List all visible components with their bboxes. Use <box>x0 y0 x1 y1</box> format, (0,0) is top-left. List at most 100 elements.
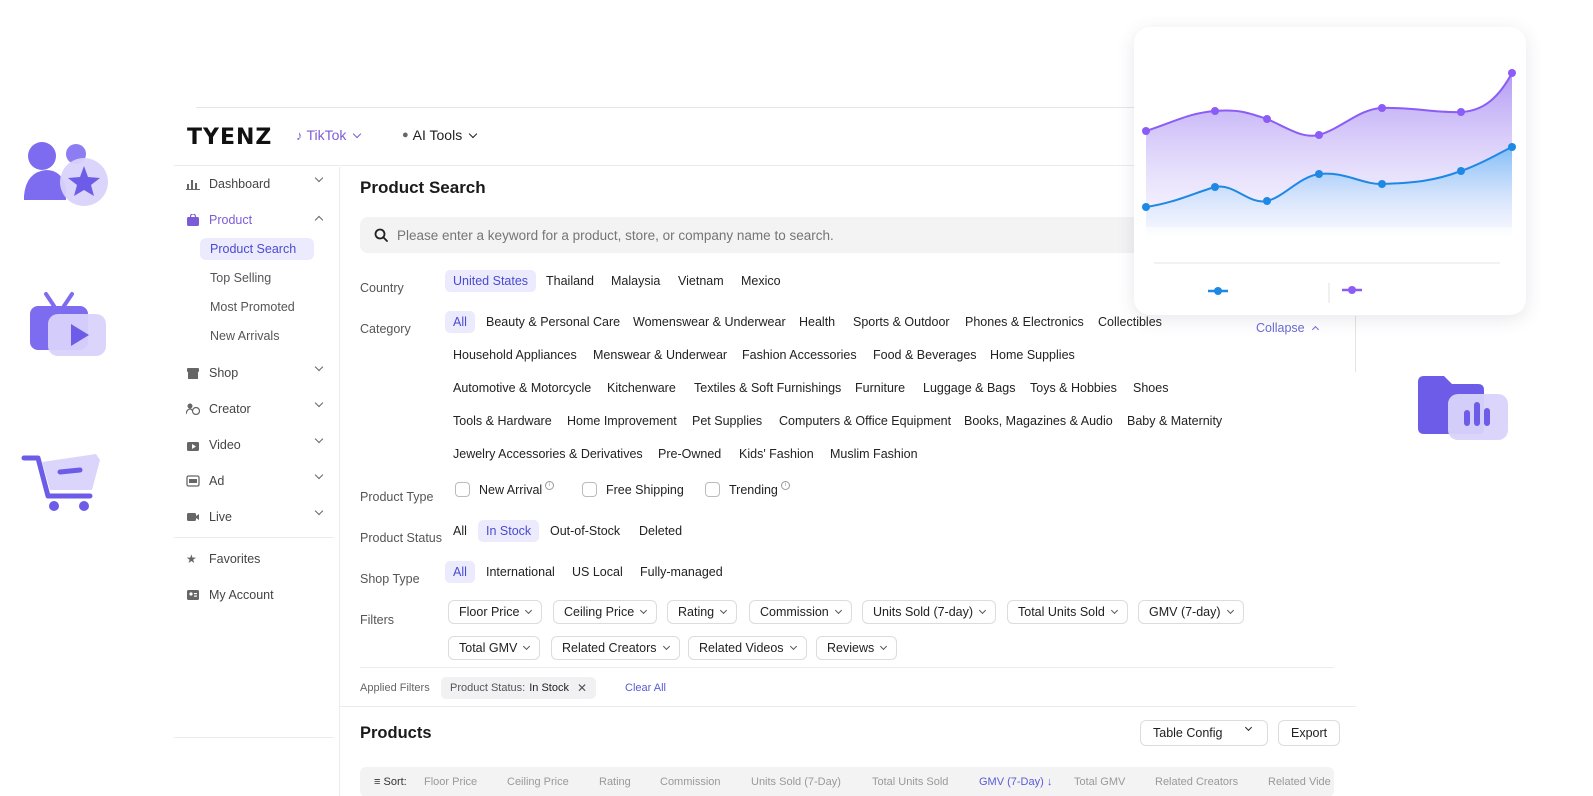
checkbox-box[interactable] <box>455 482 470 497</box>
sidebar-item-shop[interactable]: Shop <box>186 360 332 386</box>
sidebar-item-video[interactable]: Video <box>186 432 332 458</box>
logo[interactable]: TYENZ <box>187 125 272 150</box>
category-chip[interactable]: Jewelry Accessories & Derivatives <box>445 443 651 465</box>
category-chip[interactable]: Sports & Outdoor <box>845 311 958 333</box>
sort-field[interactable]: Rating <box>599 776 631 788</box>
category-chip[interactable]: Baby & Maternity <box>1119 410 1230 432</box>
category-chip[interactable]: Shoes <box>1125 377 1176 399</box>
sidebar: Dashboard Product Product Search Top Sel… <box>174 167 340 796</box>
search-input[interactable] <box>397 227 1197 243</box>
shopping-cart-illustration-icon <box>21 454 100 511</box>
country-option-united-states[interactable]: United States <box>445 270 537 292</box>
checkbox-box[interactable] <box>705 482 720 497</box>
sort-field[interactable]: Related Vide <box>1268 776 1331 788</box>
sidebar-item-live[interactable]: Live <box>186 504 332 530</box>
sidebar-item-dashboard[interactable]: Dashboard <box>186 171 332 197</box>
sort-field[interactable]: Units Sold (7-Day) <box>751 776 841 788</box>
sidebar-subitem-most-promoted[interactable]: Most Promoted <box>200 296 314 318</box>
country-option-mexico[interactable]: Mexico <box>733 270 789 292</box>
chevron-down-icon <box>314 434 324 444</box>
filter-floor-price[interactable]: Floor Price <box>448 600 543 624</box>
sort-field[interactable]: Ceiling Price <box>507 776 569 788</box>
filter-total-units-sold[interactable]: Total Units Sold <box>1007 600 1128 624</box>
shop-type-option-us-local[interactable]: US Local <box>564 561 631 583</box>
free-shipping-checkbox[interactable]: Free Shipping <box>582 482 684 497</box>
clear-all-link[interactable]: Clear All <box>625 682 666 694</box>
filters-divider <box>360 667 1334 668</box>
category-chip[interactable]: Phones & Electronics <box>957 311 1092 333</box>
close-icon[interactable]: ✕ <box>577 681 587 695</box>
filter-related-videos[interactable]: Related Videos <box>688 636 807 660</box>
shop-type-option-international[interactable]: International <box>478 561 563 583</box>
category-chip[interactable]: Toys & Hobbies <box>1022 377 1125 399</box>
top-divider <box>196 107 1196 108</box>
category-chip[interactable]: Luggage & Bags <box>915 377 1023 399</box>
chevron-down-icon <box>1110 606 1118 615</box>
ai-tools-dropdown[interactable]: ● AI Tools <box>402 127 478 143</box>
filter-related-creators[interactable]: Related Creators <box>551 636 680 660</box>
category-chip[interactable]: Womenswear & Underwear <box>625 311 794 333</box>
info-icon[interactable]: i <box>545 481 555 490</box>
category-chip[interactable]: Muslim Fashion <box>822 443 926 465</box>
category-chip[interactable]: Automotive & Motorcycle <box>445 377 599 399</box>
category-chip[interactable]: Pet Supplies <box>684 410 770 432</box>
category-chip[interactable]: Home Improvement <box>559 410 685 432</box>
category-chip[interactable]: Fashion Accessories <box>734 344 865 366</box>
category-collapse-button[interactable]: Collapse <box>1256 321 1319 335</box>
filter-rating[interactable]: Rating <box>667 600 738 624</box>
sort-field[interactable]: Total Units Sold <box>872 776 948 788</box>
category-chip[interactable]: Menswear & Underwear <box>585 344 735 366</box>
sidebar-item-my-account[interactable]: My Account <box>186 582 332 608</box>
trending-checkbox[interactable]: Trending i <box>705 481 790 497</box>
shop-type-option-all[interactable]: All <box>445 561 475 583</box>
category-chip[interactable]: All <box>445 311 475 333</box>
category-chip[interactable]: Beauty & Personal Care <box>478 311 628 333</box>
info-icon[interactable]: i <box>780 481 790 490</box>
category-chip[interactable]: Furniture <box>847 377 913 399</box>
sidebar-subitem-top-selling[interactable]: Top Selling <box>200 267 314 289</box>
country-option-malaysia[interactable]: Malaysia <box>603 270 668 292</box>
sort-field[interactable]: Floor Price <box>424 776 477 788</box>
sidebar-item-ad[interactable]: Ad <box>186 468 332 494</box>
sidebar-subitem-new-arrivals[interactable]: New Arrivals <box>200 325 314 347</box>
category-chip[interactable]: Home Supplies <box>982 344 1083 366</box>
filter-commission[interactable]: Commission <box>749 600 852 624</box>
sidebar-subitem-product-search[interactable]: Product Search <box>200 238 314 260</box>
checkbox-box[interactable] <box>582 482 597 497</box>
sidebar-item-creator[interactable]: Creator <box>186 396 332 422</box>
shop-type-option-fully-managed[interactable]: Fully-managed <box>632 561 731 583</box>
category-chip[interactable]: Kitchenware <box>599 377 684 399</box>
new-arrival-checkbox[interactable]: New Arrival i <box>455 481 555 497</box>
sidebar-item-product[interactable]: Product <box>186 207 332 233</box>
filter-ceiling-price[interactable]: Ceiling Price <box>553 600 658 624</box>
country-option-thailand[interactable]: Thailand <box>538 270 602 292</box>
status-option-out-of-stock[interactable]: Out-of-Stock <box>542 520 628 542</box>
filter-reviews[interactable]: Reviews <box>816 636 898 660</box>
filter-gmv-7-day[interactable]: GMV (7-day) <box>1138 600 1244 624</box>
category-chip[interactable]: Tools & Hardware <box>445 410 560 432</box>
category-chip[interactable]: Kids' Fashion <box>731 443 822 465</box>
filter-units-sold-7-day[interactable]: Units Sold (7-day) <box>862 600 997 624</box>
category-chip[interactable]: Food & Beverages <box>865 344 985 366</box>
export-button[interactable]: Export <box>1278 720 1341 746</box>
status-option-deleted[interactable]: Deleted <box>631 520 690 542</box>
sort-field-active[interactable]: GMV (7-Day) ↓ <box>979 776 1052 788</box>
category-chip[interactable]: Household Appliances <box>445 344 585 366</box>
status-option-all[interactable]: All <box>445 520 475 542</box>
filter-total-gmv[interactable]: Total GMV <box>448 636 541 660</box>
sidebar-item-favorites[interactable]: ★ Favorites <box>186 546 332 572</box>
table-config-button[interactable]: Table Config <box>1140 720 1268 746</box>
category-chip[interactable]: Pre-Owned <box>650 443 729 465</box>
scrollbar-track[interactable] <box>1355 316 1356 372</box>
category-chip[interactable]: Textiles & Soft Furnishings <box>686 377 849 399</box>
country-option-vietnam[interactable]: Vietnam <box>670 270 732 292</box>
sort-field[interactable]: Commission <box>660 776 721 788</box>
sort-field[interactable]: Related Creators <box>1155 776 1238 788</box>
category-chip[interactable]: Health <box>791 311 843 333</box>
category-chip[interactable]: Books, Magazines & Audio <box>956 410 1121 432</box>
sort-field[interactable]: Total GMV <box>1074 776 1125 788</box>
status-option-in-stock[interactable]: In Stock <box>478 520 540 542</box>
platform-dropdown[interactable]: ♪ TikTok <box>296 127 362 143</box>
category-chip[interactable]: Computers & Office Equipment <box>771 410 959 432</box>
shop-icon <box>187 368 199 379</box>
